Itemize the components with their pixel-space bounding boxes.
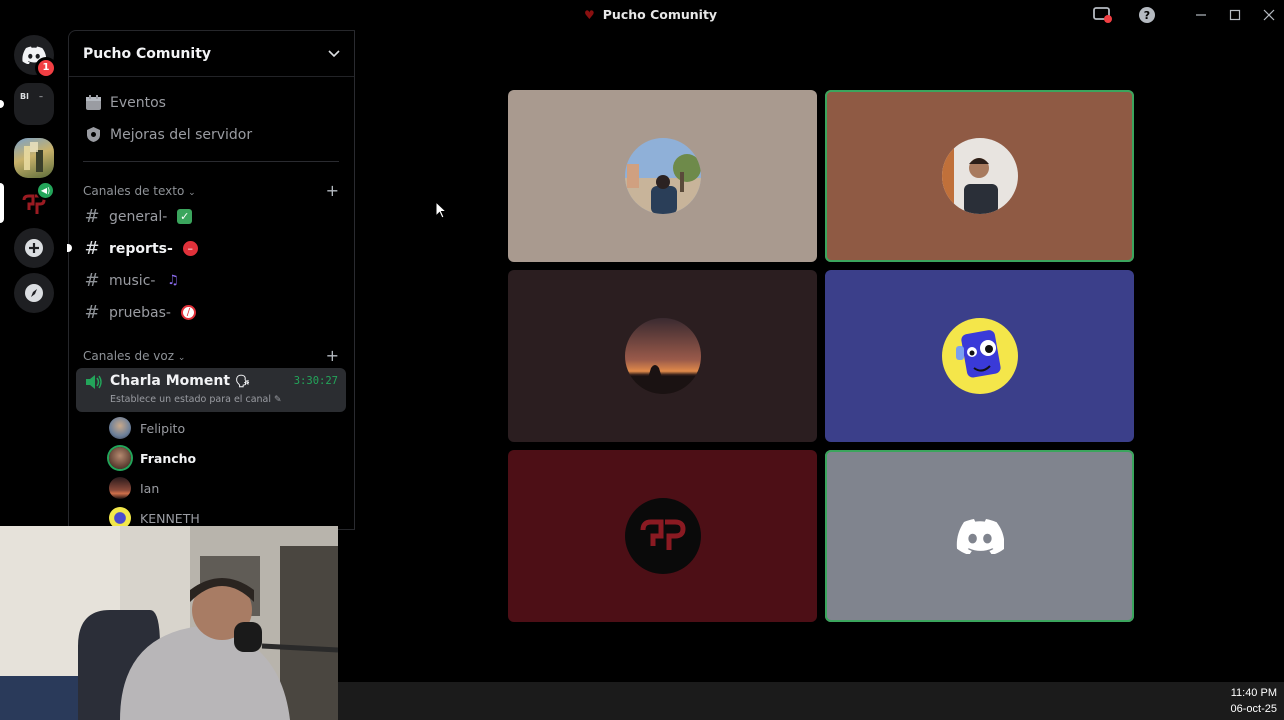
add-voice-channel-icon[interactable]: + — [326, 346, 339, 365]
channel-sidebar: Pucho Comunity Eventos Mejoras del servi… — [67, 30, 355, 530]
events-link[interactable]: Eventos — [85, 94, 166, 111]
voice-timer: 3:30:27 — [293, 375, 338, 387]
voice-channel-charla[interactable]: Charla Moment 🗣 3:30:27 Establece un est… — [76, 368, 346, 412]
add-server-button[interactable] — [14, 228, 54, 268]
boost-shield-icon — [87, 127, 100, 142]
avatar — [109, 477, 131, 499]
hash-icon: # — [84, 238, 100, 259]
minimize-icon[interactable] — [1190, 5, 1212, 25]
compass-icon — [25, 284, 43, 302]
participant-tile[interactable] — [825, 450, 1134, 622]
clock-date: 06-oct-25 — [1230, 703, 1277, 715]
member-name: Ian — [140, 480, 160, 496]
avatar — [109, 447, 131, 469]
text-category-label: Canales de texto ⌄ — [83, 183, 196, 198]
server-name: Pucho Comunity — [83, 45, 212, 62]
channel-label: general- — [109, 208, 168, 225]
server-folder[interactable]: Bl – — [0, 83, 54, 125]
channel-general[interactable]: # general- ✓ — [83, 206, 193, 227]
hash-icon: # — [84, 206, 100, 227]
participant-tile[interactable] — [825, 270, 1134, 442]
participant-tile[interactable] — [508, 270, 817, 442]
clock-time: 11:40 PM — [1230, 687, 1277, 699]
close-icon[interactable] — [1258, 5, 1280, 25]
member-name: KENNETH — [140, 510, 200, 526]
voice-member-ian[interactable]: Ian — [109, 477, 159, 499]
chevron-down-icon: ⌄ — [177, 352, 186, 363]
unread-pill — [0, 100, 4, 108]
server-icon-pucho[interactable]: ◀) — [0, 183, 54, 225]
server-boost-label: Mejoras del servidor — [110, 126, 253, 143]
window-title: ♥ Pucho Comunity — [584, 7, 717, 22]
participant-tile[interactable] — [508, 450, 817, 622]
channel-label: music- — [109, 272, 156, 289]
pencil-icon: ✎ — [274, 395, 282, 405]
selected-pill — [0, 183, 4, 223]
music-notes-emoji-icon: ♫ — [167, 273, 179, 288]
webcam-feed-image — [0, 526, 338, 720]
channel-music[interactable]: # music- ♫ — [83, 270, 180, 291]
folder-label: Bl — [20, 92, 29, 101]
webcam-overlay — [0, 526, 338, 720]
participant-tile[interactable] — [508, 90, 817, 262]
no-entry-emoji-icon: – — [182, 241, 198, 256]
voice-speaker-badge: ◀) — [38, 183, 53, 198]
maximize-icon[interactable] — [1224, 5, 1246, 25]
folder-label-dash: – — [39, 92, 43, 101]
screen-share-icon[interactable] — [1092, 5, 1114, 25]
hash-icon: # — [84, 270, 100, 291]
check-emoji-icon: ✓ — [177, 209, 193, 224]
voice-category-label: Canales de voz ⌄ — [83, 348, 186, 363]
voice-member-francho[interactable]: Francho — [109, 447, 196, 469]
divider — [83, 161, 339, 162]
participant-avatar — [624, 498, 701, 574]
prohibited-emoji-icon: / — [180, 305, 196, 320]
participant-avatar — [941, 138, 1018, 214]
voice-channels-category[interactable]: Canales de voz ⌄ + — [83, 346, 339, 365]
server-icon-game[interactable] — [14, 138, 54, 178]
voice-member-felipito[interactable]: Felipito — [109, 417, 185, 439]
speaker-icon — [86, 375, 102, 389]
discover-button[interactable] — [14, 273, 54, 313]
channel-reports[interactable]: # reports- – — [67, 238, 198, 259]
voice-channel-name: Charla Moment 🗣 — [110, 373, 251, 389]
notification-badge: 1 — [38, 60, 54, 76]
game-art-icon — [24, 142, 43, 172]
mouse-cursor-icon — [435, 201, 447, 219]
chevron-down-icon — [328, 49, 340, 57]
events-label: Eventos — [110, 94, 166, 111]
channel-label: pruebas- — [109, 304, 171, 321]
chevron-down-icon: ⌄ — [188, 187, 196, 198]
server-boost-link[interactable]: Mejoras del servidor — [85, 126, 252, 143]
participant-avatar — [624, 138, 701, 214]
hash-icon: # — [84, 302, 100, 323]
home-button[interactable]: 1 — [14, 35, 54, 76]
unread-dot — [67, 244, 72, 252]
add-channel-icon[interactable]: + — [326, 181, 339, 200]
calendar-icon — [86, 95, 101, 110]
window-titlebar: ♥ Pucho Comunity ? — [0, 0, 1284, 30]
text-channels-category[interactable]: Canales de texto ⌄ + — [83, 181, 339, 200]
svg-text:?: ? — [1144, 9, 1150, 22]
heart-logo-icon: ♥ — [584, 7, 595, 22]
plus-circle-icon — [25, 239, 43, 257]
avatar — [109, 417, 131, 439]
server-rail: 1 Bl – ◀) — [0, 30, 68, 530]
channel-pruebas[interactable]: # pruebas- / — [83, 302, 196, 323]
discord-default-avatar-icon — [956, 519, 1004, 554]
system-clock[interactable]: 11:40 PM 06-oct-25 — [1231, 685, 1277, 717]
member-name: Felipito — [140, 420, 186, 436]
speaking-head-emoji-icon: 🗣 — [234, 374, 251, 388]
participant-avatar — [624, 318, 701, 394]
server-header[interactable]: Pucho Comunity — [69, 31, 354, 77]
member-name: Francho — [140, 450, 197, 466]
help-icon[interactable]: ? — [1136, 5, 1158, 25]
participant-tile[interactable] — [825, 90, 1134, 262]
channel-label: reports- — [109, 240, 173, 257]
participant-avatar — [941, 318, 1018, 394]
window-title-text: Pucho Comunity — [602, 7, 718, 22]
voice-status-prompt[interactable]: Establece un estado para el canal ✎ — [110, 394, 282, 405]
